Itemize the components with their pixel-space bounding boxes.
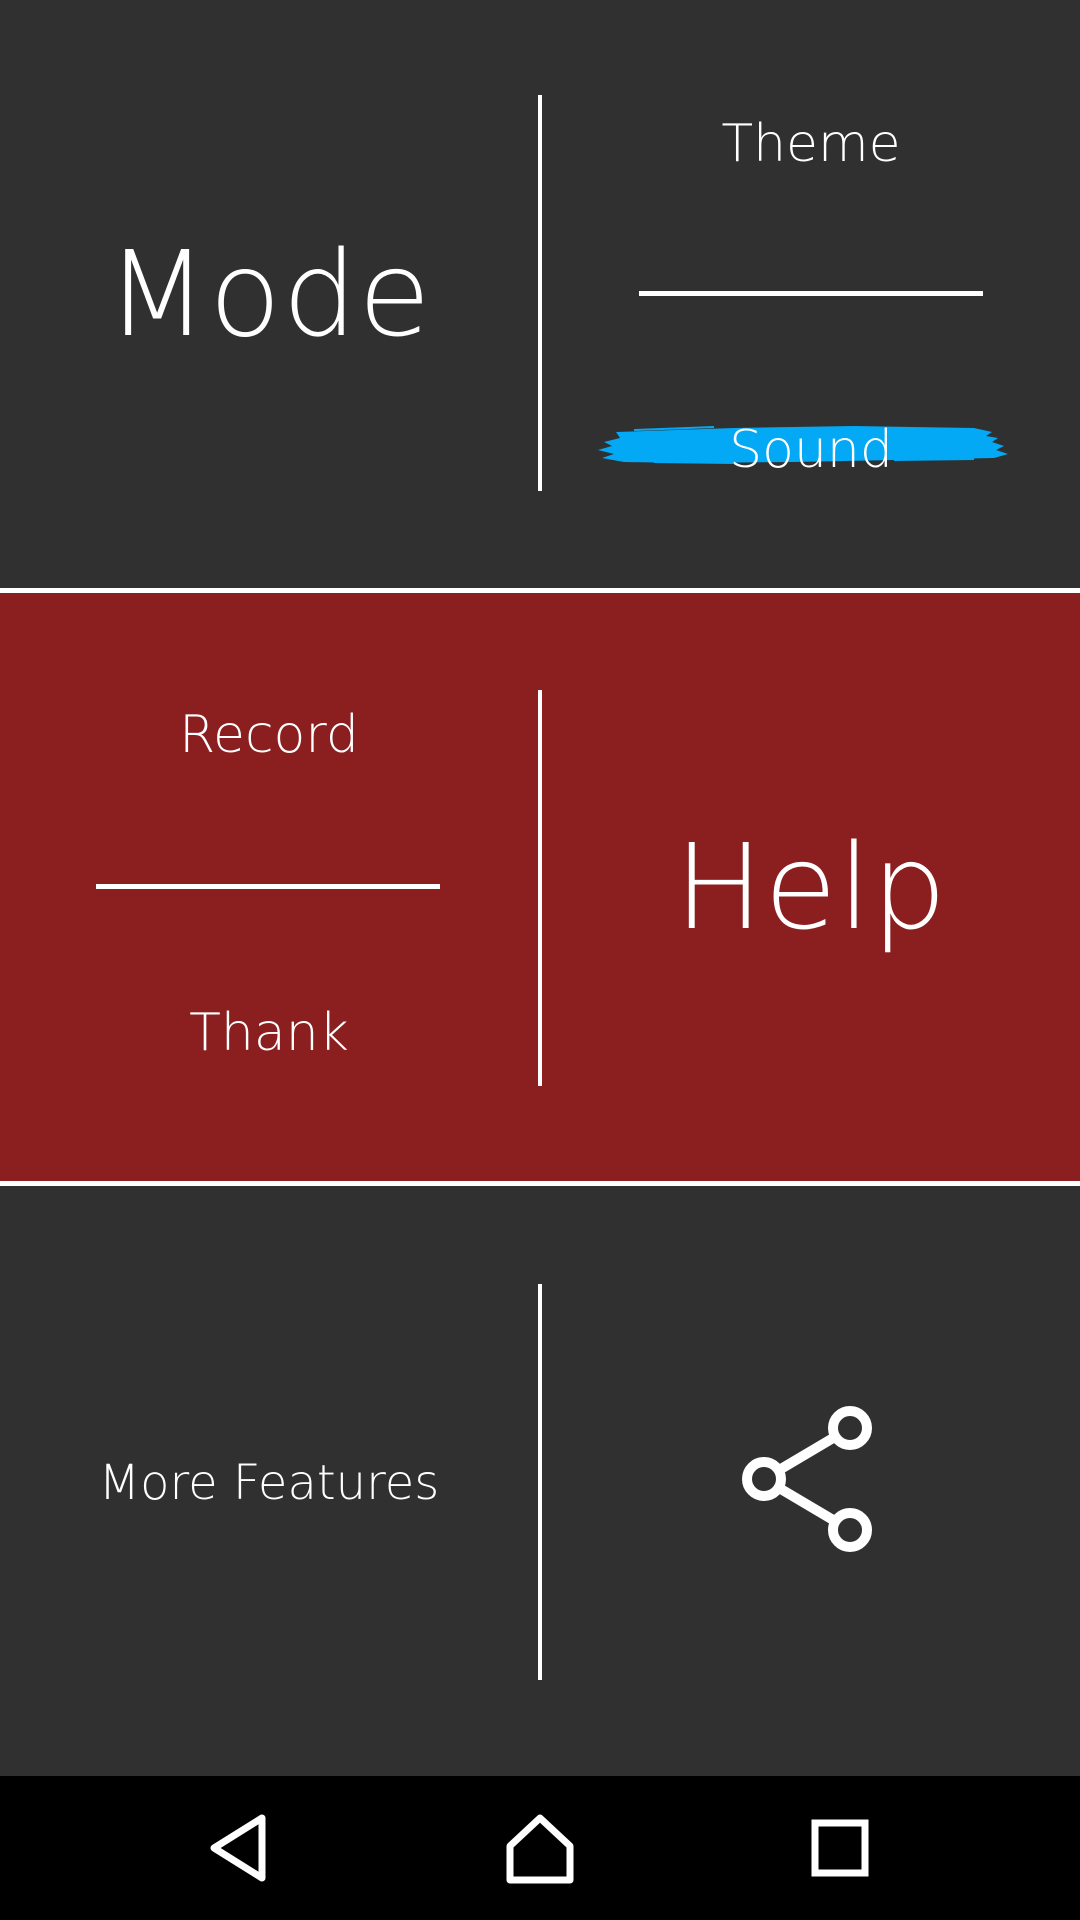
middle-section: Record Thank Help: [0, 593, 1080, 1181]
sound-button[interactable]: Sound: [542, 390, 1080, 500]
system-navigation-bar: [0, 1776, 1080, 1920]
thank-label: Thank: [189, 1003, 349, 1063]
record-label: Record: [179, 705, 359, 765]
horizontal-divider: [0, 1181, 1080, 1186]
help-button[interactable]: Help: [542, 593, 1080, 1181]
top-section: Mode Theme Sound: [0, 0, 1080, 588]
main-menu-screen: Mode Theme Sound Record Thank Help More …: [0, 0, 1080, 1920]
sound-label: Sound: [729, 420, 893, 480]
record-thank-panel: Record Thank: [0, 593, 538, 1181]
help-label: Help: [674, 818, 948, 956]
more-features-button[interactable]: More Features: [0, 1187, 538, 1776]
mode-label: Mode: [106, 225, 432, 363]
back-icon[interactable]: [198, 1806, 282, 1890]
theme-sound-panel: Theme Sound: [542, 0, 1080, 588]
share-icon: [742, 1406, 872, 1552]
theme-sound-divider: [639, 291, 983, 296]
theme-button[interactable]: Theme: [542, 80, 1080, 200]
theme-label: Theme: [721, 114, 901, 174]
record-button[interactable]: Record: [0, 683, 538, 803]
home-icon[interactable]: [498, 1806, 582, 1890]
bottom-section: More Features: [0, 1187, 1080, 1776]
recents-icon[interactable]: [798, 1806, 882, 1890]
thank-button[interactable]: Thank: [0, 983, 538, 1093]
share-button[interactable]: [542, 1187, 1080, 1776]
mode-button[interactable]: Mode: [0, 0, 538, 588]
record-thank-divider: [96, 884, 440, 889]
more-features-label: More Features: [98, 1455, 440, 1511]
